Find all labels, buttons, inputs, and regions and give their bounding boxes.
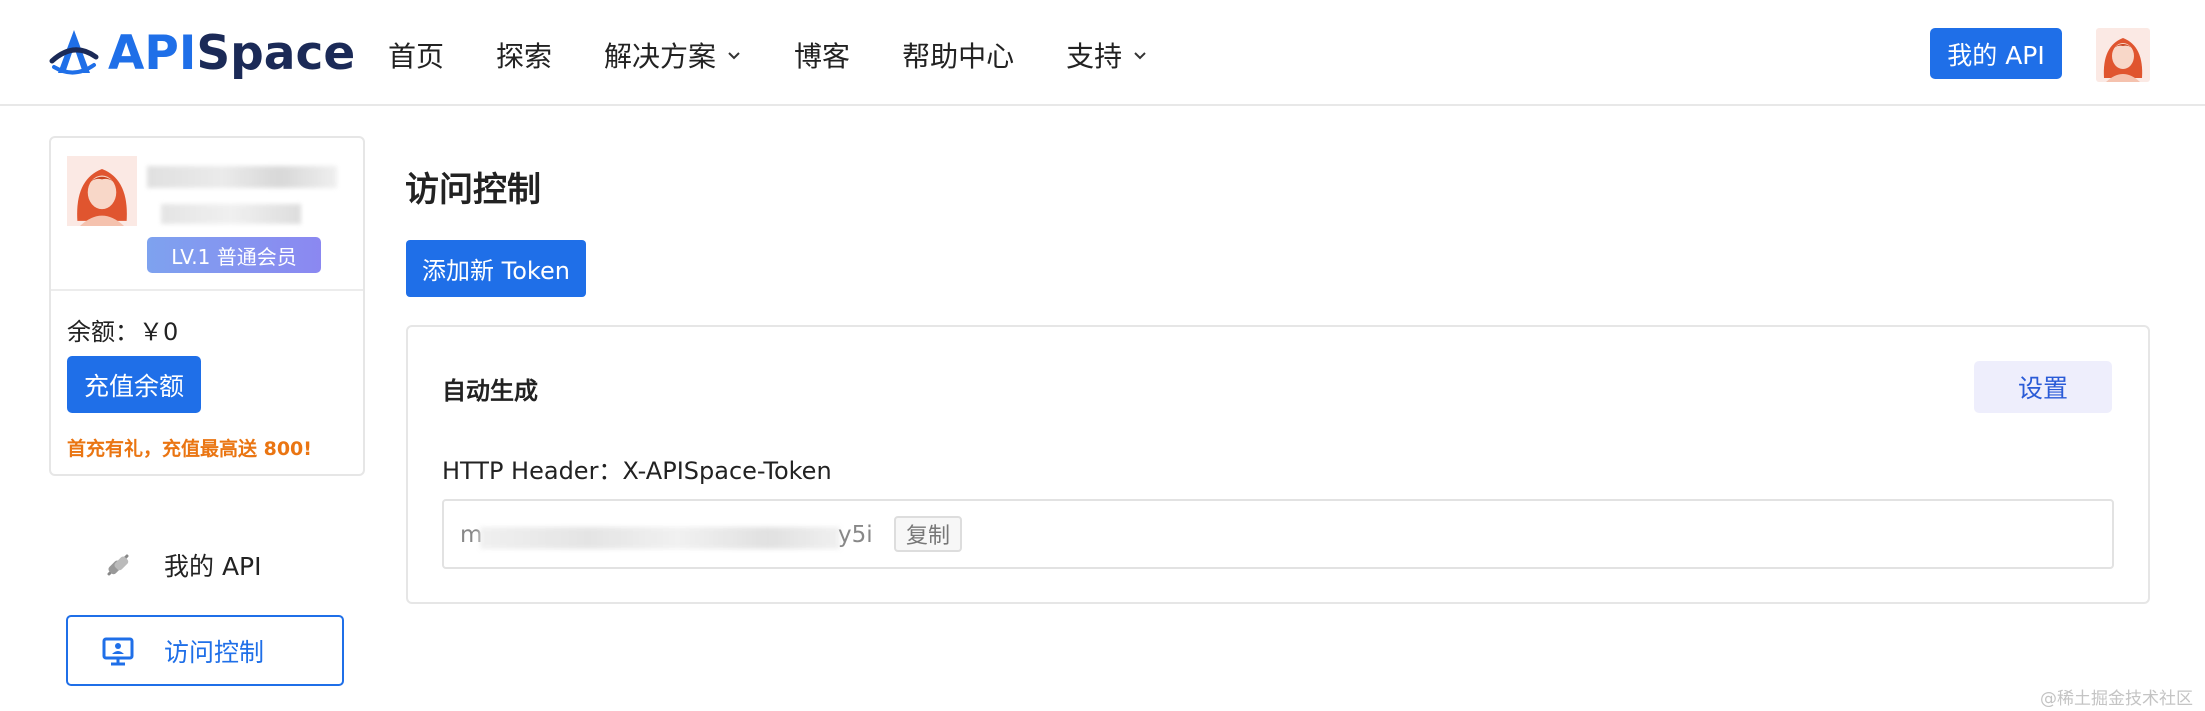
apispace-logo[interactable]: APISpace — [48, 24, 355, 82]
nav-explore[interactable]: 探索 — [496, 35, 552, 75]
divider — [51, 289, 363, 291]
sidebar-item-my-api[interactable]: 我的 API — [66, 540, 346, 590]
nav-help-center[interactable]: 帮助中心 — [902, 35, 1014, 75]
apispace-logo-icon — [49, 30, 99, 75]
user-avatar[interactable] — [2096, 28, 2150, 82]
copy-button[interactable]: 复制 — [894, 516, 962, 552]
sidebar-item-access-control[interactable]: 访问控制 — [66, 615, 344, 686]
recharge-button[interactable]: 充值余额 — [67, 356, 201, 413]
nav-home[interactable]: 首页 — [388, 35, 444, 75]
logo-text: APISpace — [108, 25, 356, 81]
token-card-title: 自动生成 — [442, 377, 538, 405]
http-header-label: HTTP Header：X-APISpace-Token — [442, 457, 832, 485]
user-card-avatar — [67, 156, 137, 226]
nav-support[interactable]: 支持 — [1066, 35, 1148, 75]
monitor-icon — [94, 627, 142, 675]
avatar-icon — [67, 156, 137, 226]
avatar-icon — [2096, 28, 2150, 82]
my-api-button[interactable]: 我的 API — [1930, 28, 2062, 79]
balance-text: 余额：￥0 — [67, 318, 179, 346]
token-field[interactable]: m y5i 复制 — [442, 499, 2114, 569]
page-title: 访问控制 — [405, 170, 541, 210]
sidebar-item-label: 访问控制 — [164, 637, 265, 667]
level-badge: LV.1 普通会员 — [147, 237, 321, 273]
settings-button[interactable]: 设置 — [1974, 361, 2112, 413]
redacted-username — [147, 166, 337, 188]
api-link-icon — [94, 541, 142, 589]
token-card: 自动生成 设置 HTTP Header：X-APISpace-Token m y… — [406, 325, 2150, 604]
chevron-down-icon — [728, 52, 740, 60]
nav-blog[interactable]: 博客 — [794, 35, 850, 75]
nav-solutions[interactable]: 解决方案 — [604, 35, 742, 75]
user-card: LV.1 普通会员 余额：￥0 充值余额 首充有礼，充值最高送 800! — [49, 136, 365, 476]
add-token-button[interactable]: 添加新 Token — [406, 240, 586, 297]
chevron-down-icon — [1134, 52, 1146, 60]
redacted-token — [480, 527, 840, 549]
sidebar-item-label: 我的 API — [164, 552, 262, 581]
top-header: APISpace 首页 探索 解决方案 博客 帮助中心 支持 我的 API — [0, 0, 2205, 106]
watermark: @稀土掘金技术社区 — [2040, 689, 2193, 709]
promo-text: 首充有礼，充值最高送 800! — [67, 438, 312, 460]
token-suffix: y5i — [838, 522, 873, 548]
redacted-user-id — [161, 204, 301, 224]
main-nav: 首页 探索 解决方案 博客 帮助中心 支持 — [388, 30, 1200, 80]
